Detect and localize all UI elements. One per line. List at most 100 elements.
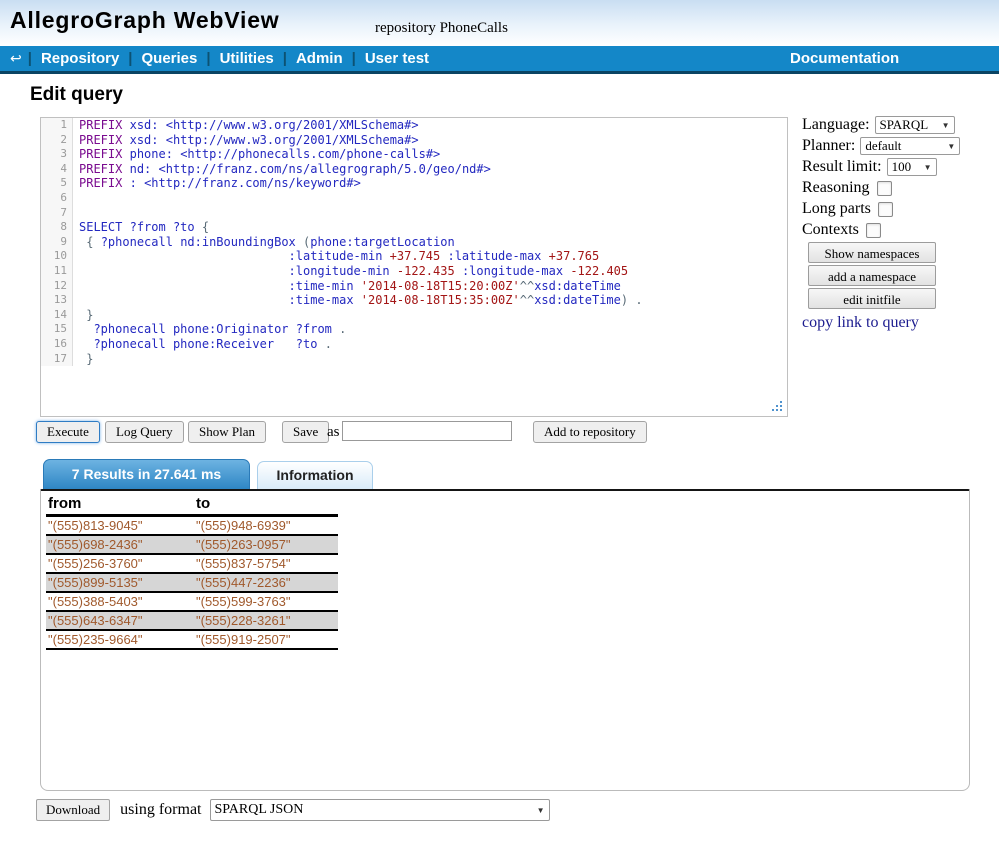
tab-information[interactable]: Information [257,461,373,489]
download-row: Download using format SPARQL JSON ▼ [36,798,550,822]
add-to-repository-button[interactable]: Add to repository [533,421,647,443]
code-line: 17 } [41,352,787,367]
line-number: 10 [41,249,73,264]
code-line: 14 } [41,308,787,323]
save-name-input[interactable] [342,421,512,441]
as-label: as [327,424,340,441]
result-cell: "(555)388-5403" [46,592,194,611]
line-number: 12 [41,279,73,294]
line-number: 9 [41,235,73,250]
code-line: 10 :latitude-min +37.745 :latitude-max +… [41,249,787,264]
resize-handle-icon[interactable] [770,399,784,413]
contexts-checkbox[interactable] [866,223,881,238]
chevron-down-icon: ▼ [947,142,955,151]
show-namespaces-button[interactable]: Show namespaces [808,242,936,263]
code-line: 15 ?phonecall phone:Originator ?from . [41,322,787,337]
result-cell: "(555)899-5135" [46,573,194,592]
table-row: "(555)235-9664""(555)919-2507" [46,630,338,649]
actions-row: Execute Log Query Show Plan Save as Add … [36,421,970,445]
table-row: "(555)899-5135""(555)447-2236" [46,573,338,592]
line-number: 11 [41,264,73,279]
page-title: Edit query [30,84,123,106]
long-parts-label: Long parts [802,200,871,218]
repository-label: repository PhoneCalls [375,20,508,37]
results-table: from to "(555)813-9045""(555)948-6939""(… [46,494,338,650]
line-number: 6 [41,191,73,206]
language-select[interactable]: SPARQL ▼ [875,116,955,134]
table-row: "(555)256-3760""(555)837-5754" [46,554,338,573]
nav-bar: ↩ |Repository|Queries|Utilities|Admin|Us… [0,46,999,74]
nav-item-admin[interactable]: Admin [287,46,352,71]
add-a-namespace-button[interactable]: add a namespace [808,265,936,286]
chevron-down-icon: ▼ [537,806,545,815]
result-cell: "(555)256-3760" [46,554,194,573]
table-row: "(555)643-6347""(555)228-3261" [46,611,338,630]
format-select[interactable]: SPARQL JSON ▼ [210,799,550,821]
table-row: "(555)698-2436""(555)263-0957" [46,535,338,554]
code-line: 8SELECT ?from ?to { [41,220,787,235]
query-editor[interactable]: 1PREFIX xsd: <http://www.w3.org/2001/XML… [40,117,788,417]
line-number: 8 [41,220,73,235]
nav-item-documentation[interactable]: Documentation [790,46,899,71]
code-line: 2PREFIX xsd: <http://www.w3.org/2001/XML… [41,133,787,148]
column-header-from: from [46,494,194,516]
chevron-down-icon: ▼ [942,121,950,130]
app-title: AllegroGraph WebView [10,7,279,34]
table-row: "(555)388-5403""(555)599-3763" [46,592,338,611]
show-plan-button[interactable]: Show Plan [188,421,266,443]
result-cell: "(555)263-0957" [194,535,338,554]
execute-button[interactable]: Execute [36,421,100,443]
nav-item-repository[interactable]: Repository [32,46,128,71]
line-number: 4 [41,162,73,177]
chevron-down-icon: ▼ [924,163,932,172]
result-cell: "(555)813-9045" [46,516,194,536]
result-cell: "(555)447-2236" [194,573,338,592]
page: AllegroGraph WebView repository PhoneCal… [0,0,999,848]
language-label: Language: [802,116,870,134]
reasoning-checkbox[interactable] [877,181,892,196]
result-cell: "(555)228-3261" [194,611,338,630]
code-line: 1PREFIX xsd: <http://www.w3.org/2001/XML… [41,118,787,133]
back-icon[interactable]: ↩ [4,50,28,67]
result-cell: "(555)235-9664" [46,630,194,649]
code-line: 16 ?phonecall phone:Receiver ?to . [41,337,787,352]
nav-item-queries[interactable]: Queries [133,46,207,71]
code-line: 5PREFIX : <http://franz.com/ns/keyword#> [41,176,787,191]
code-line: 3PREFIX phone: <http://phonecalls.com/ph… [41,147,787,162]
download-button[interactable]: Download [36,799,110,821]
line-number: 5 [41,176,73,191]
line-number: 2 [41,133,73,148]
header: AllegroGraph WebView repository PhoneCal… [0,0,999,46]
result-limit-label: Result limit: [802,158,882,176]
save-button[interactable]: Save [282,421,329,443]
line-number: 7 [41,206,73,221]
query-options-sidebar: Language: SPARQL ▼ Planner: default ▼ Re… [802,115,998,332]
result-limit-select[interactable]: 100 ▼ [887,158,937,176]
column-header-to: to [194,494,338,516]
nav-item-user-test[interactable]: User test [356,46,438,71]
line-number: 17 [41,352,73,367]
code-line: 7 [41,206,787,221]
option-checkboxes: ReasoningLong partsContexts [802,178,998,240]
nav-items: ↩ |Repository|Queries|Utilities|Admin|Us… [4,46,438,71]
nav-item-utilities[interactable]: Utilities [211,46,283,71]
result-cell: "(555)599-3763" [194,592,338,611]
long-parts-checkbox[interactable] [878,202,893,217]
edit-initfile-button[interactable]: edit initfile [808,288,936,309]
log-query-button[interactable]: Log Query [105,421,184,443]
result-cell: "(555)643-6347" [46,611,194,630]
copy-link-to-query[interactable]: copy link to query [802,314,998,332]
result-cell: "(555)837-5754" [194,554,338,573]
planner-select[interactable]: default ▼ [860,137,960,155]
line-number: 13 [41,293,73,308]
line-number: 15 [41,322,73,337]
line-number: 14 [41,308,73,323]
planner-label: Planner: [802,137,855,155]
code-line: 9 { ?phonecall nd:inBoundingBox (phone:t… [41,235,787,250]
table-row: "(555)813-9045""(555)948-6939" [46,516,338,536]
results-panel: from to "(555)813-9045""(555)948-6939""(… [40,489,970,791]
line-number: 3 [41,147,73,162]
code-line: 4PREFIX nd: <http://franz.com/ns/allegro… [41,162,787,177]
tab-results[interactable]: 7 Results in 27.641 ms [43,459,250,489]
contexts-label: Contexts [802,221,859,239]
